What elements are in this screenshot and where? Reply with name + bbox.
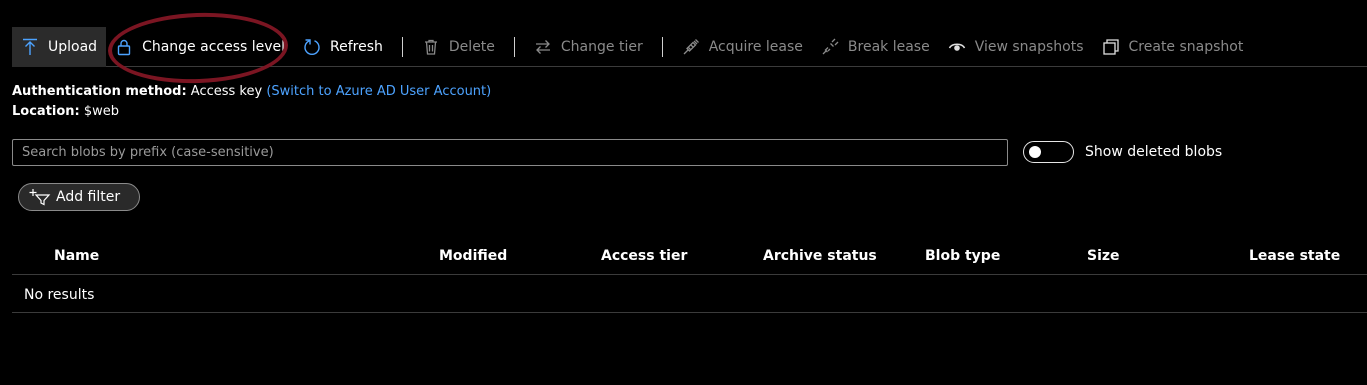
break-lease-label: Break lease <box>847 38 930 55</box>
upload-button[interactable]: Upload <box>12 26 107 67</box>
show-deleted-label: Show deleted blobs <box>1085 144 1223 160</box>
add-filter-icon <box>29 188 51 206</box>
refresh-label: Refresh <box>330 38 383 55</box>
toolbar-divider <box>401 36 403 57</box>
upload-arrow-icon <box>20 37 40 57</box>
refresh-icon <box>302 37 322 57</box>
auth-method-label: Authentication method: <box>12 84 187 99</box>
command-bar: Upload Change access level Refresh Delet… <box>12 26 1367 67</box>
toolbar-divider <box>661 36 663 57</box>
empty-results-message: No results <box>24 287 95 303</box>
view-snapshots-button[interactable]: View snapshots <box>939 27 1093 67</box>
toggle-knob <box>1029 146 1041 158</box>
column-header-blob-type[interactable]: Blob type <box>925 248 1000 264</box>
column-header-access-tier[interactable]: Access tier <box>601 248 687 264</box>
location-label: Location: <box>12 104 80 119</box>
trash-icon <box>421 37 441 57</box>
location-line: Location: $web <box>12 104 119 120</box>
column-header-modified[interactable]: Modified <box>439 248 507 264</box>
location-value: $web <box>83 104 120 119</box>
auth-method-value: Access key <box>190 84 263 99</box>
add-filter-button[interactable]: Add filter <box>18 183 140 211</box>
refresh-button[interactable]: Refresh <box>294 27 392 67</box>
delete-button[interactable]: Delete <box>413 27 504 67</box>
search-input[interactable] <box>12 139 1008 166</box>
column-header-name[interactable]: Name <box>54 248 99 264</box>
create-snapshot-button[interactable]: Create snapshot <box>1093 27 1253 67</box>
change-access-level-label: Change access level <box>142 38 286 55</box>
broken-plug-icon <box>820 37 840 57</box>
column-header-archive-status[interactable]: Archive status <box>763 248 877 264</box>
change-access-level-button[interactable]: Change access level <box>106 27 294 67</box>
storage-container-page: Upload Change access level Refresh Delet… <box>0 0 1367 385</box>
eye-icon <box>947 37 967 57</box>
snapshot-icon <box>1101 37 1121 57</box>
view-snapshots-label: View snapshots <box>974 38 1084 55</box>
swap-arrows-icon <box>533 37 553 57</box>
upload-label: Upload <box>48 38 98 55</box>
switch-auth-link[interactable]: (Switch to Azure AD User Account) <box>266 84 491 99</box>
change-tier-label: Change tier <box>560 38 643 55</box>
create-snapshot-label: Create snapshot <box>1128 38 1244 55</box>
column-header-size[interactable]: Size <box>1087 248 1120 264</box>
auth-method-line: Authentication method: Access key (Switc… <box>12 84 491 100</box>
table-header: Name Modified Access tier Archive status… <box>12 238 1367 275</box>
acquire-lease-label: Acquire lease <box>708 38 803 55</box>
add-filter-label: Add filter <box>56 189 121 205</box>
plug-icon <box>681 37 701 57</box>
change-tier-button[interactable]: Change tier <box>525 27 652 67</box>
delete-label: Delete <box>448 38 495 55</box>
show-deleted-toggle[interactable] <box>1023 141 1074 163</box>
table-row: No results <box>12 276 1367 313</box>
acquire-lease-button[interactable]: Acquire lease <box>673 27 812 67</box>
toolbar-divider <box>513 36 515 57</box>
column-header-lease-state[interactable]: Lease state <box>1249 248 1340 264</box>
lock-icon <box>114 37 134 57</box>
break-lease-button[interactable]: Break lease <box>812 27 939 67</box>
